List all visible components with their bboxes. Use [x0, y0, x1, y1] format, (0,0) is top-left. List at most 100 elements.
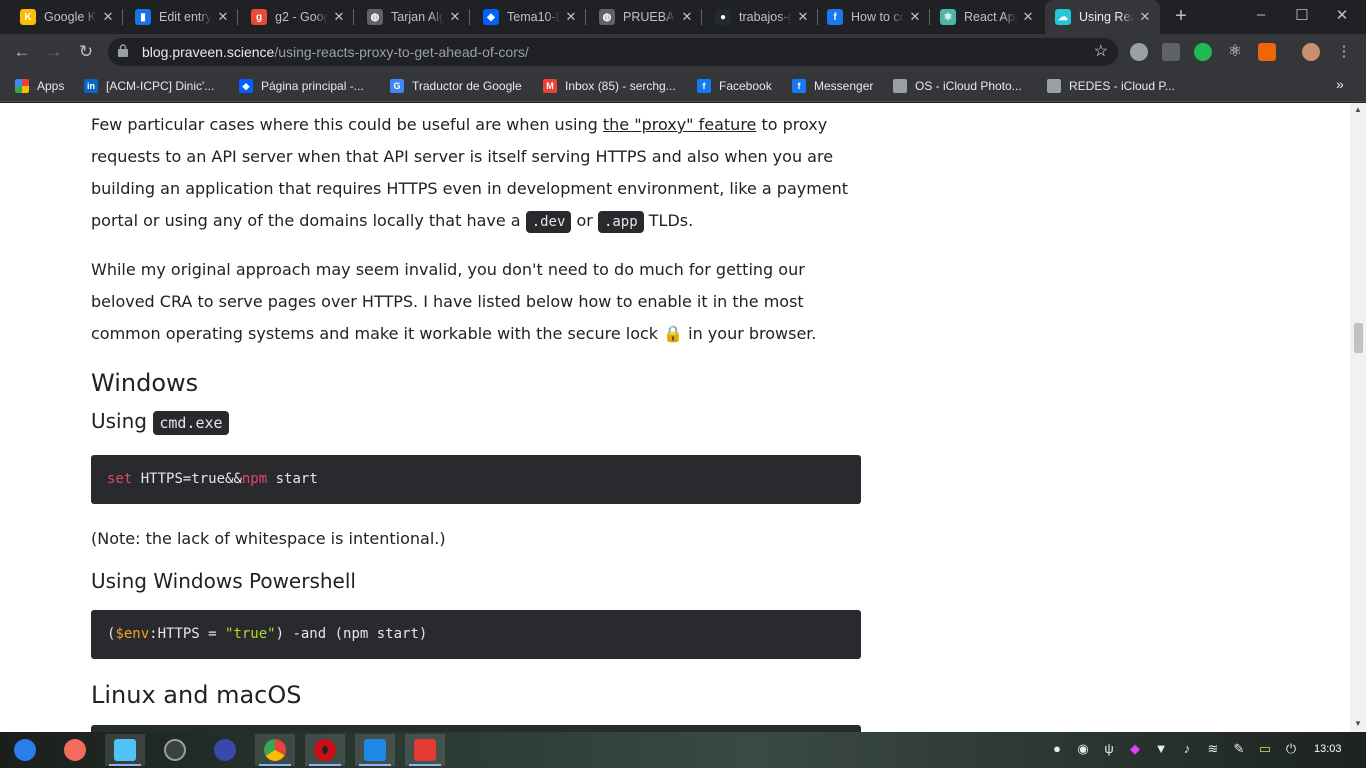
tab-title: PRUEBA	[623, 10, 675, 24]
react-devtools-icon[interactable]: ⚛	[1226, 43, 1244, 61]
tab-close-icon[interactable]: ✕	[680, 9, 694, 25]
pen-icon[interactable]: ✎	[1231, 741, 1247, 757]
app-icon[interactable]	[155, 734, 195, 766]
url-path: /using-reacts-proxy-to-get-ahead-of-cors…	[274, 44, 529, 60]
inline-code: .app	[597, 211, 644, 233]
google-translate-icon: G	[390, 79, 404, 93]
extension-icon[interactable]	[1130, 43, 1148, 61]
bookmark-item[interactable]: REDES - iCloud P...	[1047, 77, 1175, 95]
code-text: start	[267, 471, 318, 487]
taskbar: ● ◉ ψ ◆ ▼ ♪ ≋ ✎ ▭ ⏻ 13:03	[0, 732, 1366, 768]
bookmark-item[interactable]: Apps	[15, 77, 64, 95]
files-app-icon[interactable]	[105, 734, 145, 766]
tab-1[interactable]: ▮ Edit entry ✕	[125, 0, 238, 34]
power-icon[interactable]: ⏻	[1283, 741, 1299, 757]
scroll-up-icon[interactable]: ▲	[1354, 105, 1362, 114]
tab-4[interactable]: ◆ Tema10-Dropbox ✕	[473, 0, 586, 34]
tab-6[interactable]: ● trabajos-github ✕	[705, 0, 818, 34]
close-window-button[interactable]: ✕	[1327, 6, 1357, 24]
tab-title: Google Keep	[44, 10, 97, 24]
tab-close-icon[interactable]: ✕	[216, 9, 230, 25]
bookmark-item[interactable]: in [ACM-ICPC] Dinic'...	[84, 77, 214, 95]
bookmarks-overflow-icon[interactable]: »	[1336, 76, 1344, 92]
tab-close-icon[interactable]: ✕	[332, 9, 346, 25]
extension-icon[interactable]	[1194, 43, 1212, 61]
tab-favicon-icon: ◍	[367, 9, 383, 25]
profile-avatar[interactable]	[1302, 43, 1320, 61]
tab-favicon-icon: ⚛	[940, 9, 956, 25]
bookmark-item[interactable]: OS - iCloud Photo...	[893, 77, 1022, 95]
note-text: (Note: the lack of whitespace is intenti…	[91, 529, 446, 548]
bookmark-star-icon[interactable]: ☆	[1094, 41, 1108, 61]
vscode-app-icon[interactable]	[355, 734, 395, 766]
heading-linux-macos: Linux and macOS	[91, 681, 302, 709]
code-block-powershell: ($env:HTTPS = "true") -and (npm start)	[91, 610, 861, 659]
bookmark-item[interactable]: M Inbox (85) - serchg...	[543, 77, 676, 95]
code-keyword: npm	[241, 471, 268, 487]
bookmark-item[interactable]: ◆ Página principal -...	[239, 77, 364, 95]
tab-7[interactable]: f How to code ✕	[817, 0, 930, 34]
facebook-icon: f	[697, 79, 711, 93]
address-bar[interactable]: blog.praveen.science/using-reacts-proxy-…	[108, 38, 1118, 66]
tab-2[interactable]: g g2 - Google ✕	[241, 0, 354, 34]
forward-arrow-icon[interactable]: →	[42, 40, 66, 64]
text: Using	[91, 409, 154, 433]
new-tab-button[interactable]: +	[1170, 5, 1192, 29]
tab-3[interactable]: ◍ Tarjan Algorithm ✕	[357, 0, 470, 34]
tab-close-icon[interactable]: ✕	[448, 9, 462, 25]
page-content: Few particular cases where this could be…	[0, 103, 1350, 732]
extension-icon[interactable]	[1162, 43, 1180, 61]
code-text: :HTTPS =	[149, 626, 226, 642]
notification-icon[interactable]: ◉	[1075, 741, 1091, 757]
tab-close-icon[interactable]: ✕	[564, 9, 578, 25]
minimize-button[interactable]: –	[1246, 6, 1276, 23]
volume-icon[interactable]: ♪	[1179, 741, 1195, 757]
tray-app-icon[interactable]: ◆	[1127, 741, 1143, 757]
tab-title: React App	[964, 10, 1017, 24]
tab-5[interactable]: ◍ PRUEBA ✕	[589, 0, 702, 34]
back-arrow-icon[interactable]: ←	[10, 40, 34, 64]
article: Few particular cases where this could be…	[91, 109, 861, 732]
tab-favicon-icon: g	[251, 9, 267, 25]
battery-icon[interactable]: ▭	[1257, 741, 1273, 757]
proxy-feature-link[interactable]: the "proxy" feature	[603, 115, 757, 134]
tab-close-icon[interactable]: ✕	[1021, 9, 1035, 25]
wifi-icon[interactable]: ≋	[1205, 741, 1221, 757]
dropbox-icon: ◆	[239, 79, 253, 93]
tab-favicon-icon: ●	[715, 9, 731, 25]
tab-9[interactable]: ☁ Using React ✕	[1045, 0, 1160, 34]
tab-0[interactable]: K Google Keep ✕	[10, 0, 123, 34]
maximize-button[interactable]: ☐	[1287, 6, 1317, 24]
opera-app-icon[interactable]	[305, 734, 345, 766]
launcher-icon[interactable]	[5, 734, 45, 766]
scrollbar[interactable]: ▲ ▼	[1350, 103, 1366, 732]
extension-icon[interactable]	[1258, 43, 1276, 61]
code-keyword: set	[107, 471, 133, 487]
tab-title: Edit entry	[159, 10, 212, 24]
scroll-down-icon[interactable]: ▼	[1354, 719, 1362, 728]
chrome-app-icon[interactable]	[255, 734, 295, 766]
tab-close-icon[interactable]: ✕	[796, 9, 810, 25]
reload-icon[interactable]: ↻	[74, 40, 98, 64]
scrollbar-thumb[interactable]	[1354, 323, 1363, 353]
app-icon[interactable]	[205, 734, 245, 766]
chat-icon[interactable]: ●	[1049, 741, 1065, 757]
tab-8[interactable]: ⚛ React App ✕	[930, 0, 1043, 34]
usb-icon[interactable]: ψ	[1101, 741, 1117, 757]
tab-favicon-icon: ☁	[1055, 9, 1071, 25]
tab-close-icon[interactable]: ✕	[908, 9, 922, 25]
bookmark-label: Traductor de Google	[412, 79, 522, 93]
shield-icon[interactable]: ▼	[1153, 741, 1169, 757]
menu-dots-icon[interactable]: ⋮	[1332, 40, 1356, 64]
tab-close-icon[interactable]: ✕	[1138, 9, 1152, 25]
bookmarks-bar: Apps in [ACM-ICPC] Dinic'... ◆ Página princi…	[0, 70, 1366, 102]
code-string: "true"	[225, 626, 276, 642]
tab-title: How to code	[851, 10, 904, 24]
tab-close-icon[interactable]: ✕	[101, 9, 115, 25]
app-icon[interactable]	[55, 734, 95, 766]
bookmark-item[interactable]: f Messenger	[792, 77, 873, 95]
bookmark-item[interactable]: f Facebook	[697, 77, 772, 95]
inline-code: cmd.exe	[153, 411, 229, 435]
bookmark-item[interactable]: G Traductor de Google	[390, 77, 522, 95]
terminal-app-icon[interactable]	[405, 734, 445, 766]
